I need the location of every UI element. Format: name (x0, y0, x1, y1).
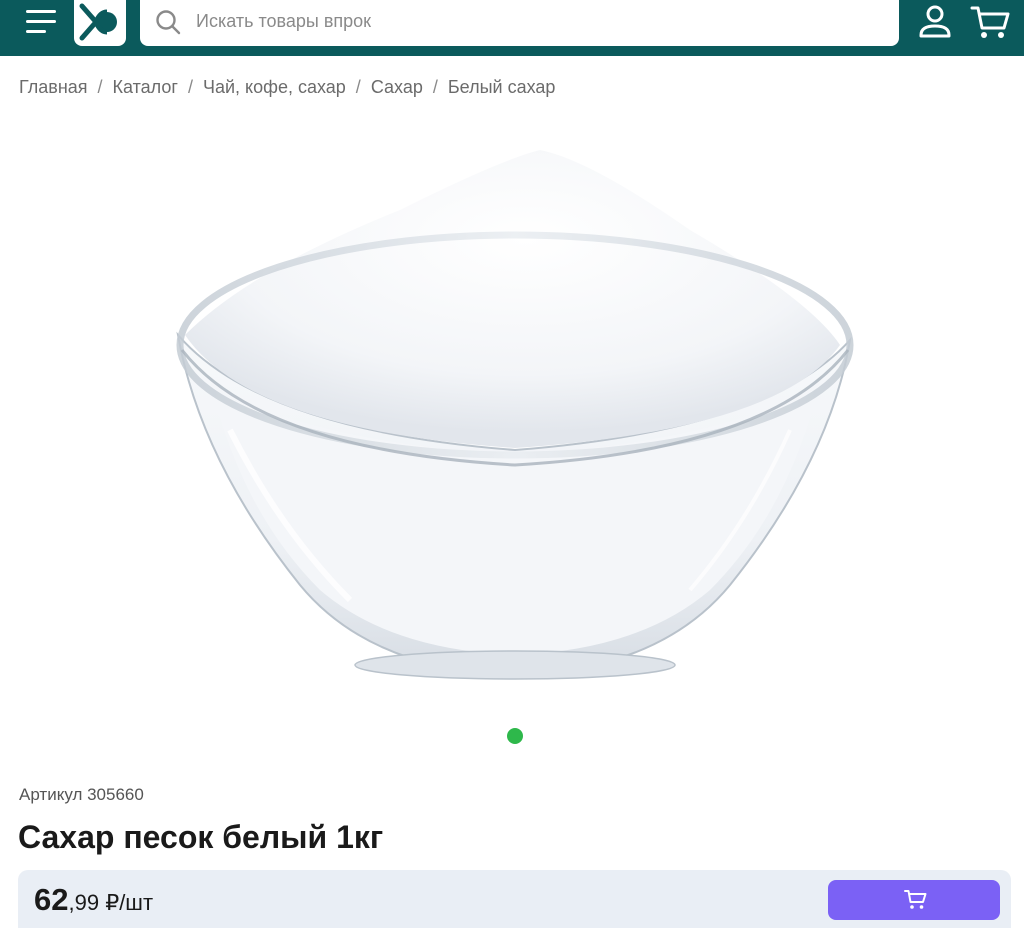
breadcrumb-link-white-sugar[interactable]: Белый сахар (448, 77, 556, 97)
breadcrumb-separator: / (355, 77, 361, 97)
gallery-indicator-dot[interactable] (507, 728, 523, 744)
price-integer: 62 (34, 882, 69, 917)
cart-icon (904, 890, 927, 909)
breadcrumb-link-tea-coffee-sugar[interactable]: Чай, кофе, сахар (203, 77, 346, 97)
price-bar: 62,99 ₽/шт (18, 870, 1011, 928)
menu-button[interactable] (24, 8, 58, 36)
menu-icon-line (26, 20, 56, 23)
brand-logo[interactable] (74, 0, 126, 46)
price-unit: ₽/шт (99, 890, 154, 915)
search-bar (140, 0, 899, 46)
search-input[interactable] (196, 6, 876, 36)
add-to-cart-button[interactable] (828, 880, 1000, 920)
brand-logo-icon (79, 3, 117, 41)
product-image[interactable] (170, 130, 860, 700)
price-fraction: ,99 (68, 890, 100, 915)
breadcrumb-separator: / (187, 77, 193, 97)
product-title: Сахар песок белый 1кг (18, 819, 384, 855)
cart-icon (970, 6, 1010, 38)
menu-icon-line (26, 30, 46, 33)
breadcrumb-link-home[interactable]: Главная (19, 77, 88, 97)
cart-button[interactable] (968, 2, 1012, 42)
breadcrumb-link-sugar[interactable]: Сахар (371, 77, 423, 97)
breadcrumb-link-catalog[interactable]: Каталог (113, 77, 178, 97)
breadcrumb-separator: / (97, 77, 103, 97)
user-icon (919, 5, 951, 38)
breadcrumb-separator: / (432, 77, 438, 97)
sugar-bowl-image (176, 150, 854, 680)
top-header (0, 0, 1024, 56)
profile-button[interactable] (916, 2, 954, 42)
menu-icon-line (26, 10, 56, 13)
search-icon[interactable] (154, 8, 182, 36)
breadcrumb: Главная / Каталог / Чай, кофе, сахар / Сахар / Б… (19, 77, 555, 98)
product-sku: Артикул 305660 (19, 785, 144, 804)
product-price: 62,99 ₽/шт (34, 882, 153, 918)
